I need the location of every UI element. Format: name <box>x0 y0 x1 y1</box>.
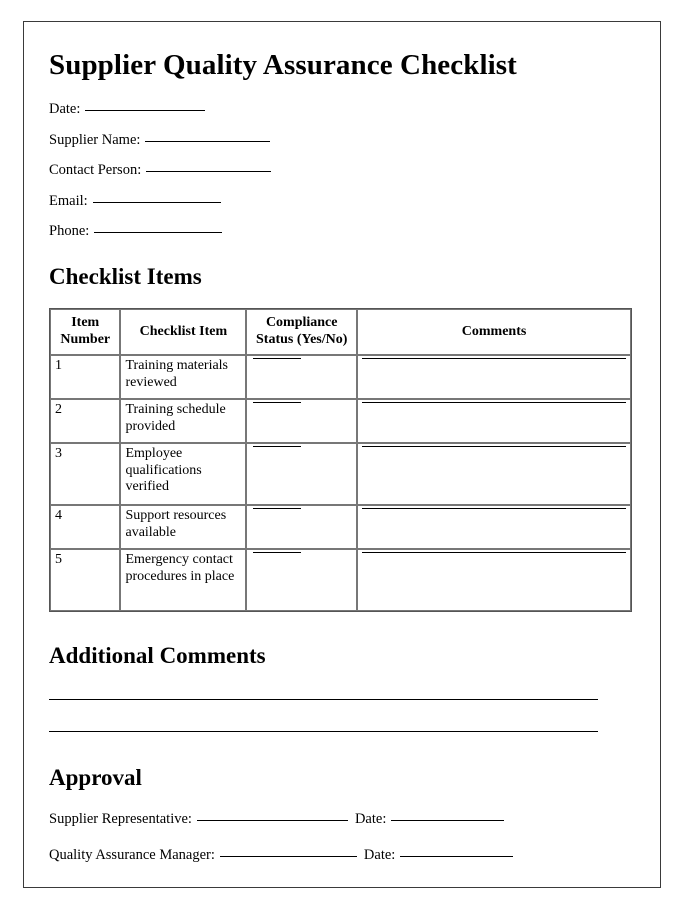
header-fields: Date: Supplier Name: Contact Person: Ema… <box>49 102 638 239</box>
comments-rule[interactable] <box>362 446 626 448</box>
field-row-supplier-name: Supplier Name: <box>49 133 638 148</box>
table-header-row: Item Number Checklist Item Compliance St… <box>50 309 631 356</box>
cell-checklist-item: Emergency contact procedures in place <box>120 549 247 612</box>
cell-compliance-status[interactable] <box>246 399 358 444</box>
compliance-status-rule[interactable] <box>253 552 302 554</box>
supplier-representative-label: Supplier Representative: <box>49 811 192 828</box>
column-header-compliance-line2: Status (Yes/No) <box>256 332 348 348</box>
checklist-table: Item Number Checklist Item Compliance St… <box>49 308 632 613</box>
checklist-heading: Checklist Items <box>49 263 202 289</box>
cell-comments[interactable] <box>357 505 631 550</box>
additional-comments-heading: Additional Comments <box>49 643 266 669</box>
cell-comments[interactable] <box>357 549 631 612</box>
column-header-checklist-item: Checklist Item <box>120 309 247 356</box>
cell-checklist-item: Training schedule provided <box>120 399 247 444</box>
approval-row-quality-assurance-manager: Quality Assurance Manager: Date: <box>49 846 638 863</box>
cell-item-number: 2 <box>50 399 121 444</box>
cell-comments[interactable] <box>357 443 631 506</box>
comments-rule[interactable] <box>362 402 626 404</box>
page-title: Supplier Quality Assurance Checklist <box>49 49 517 81</box>
contact-person-label: Contact Person: <box>49 162 142 179</box>
column-header-item-number-line2: Number <box>60 332 111 348</box>
cell-checklist-item: Support resources available <box>120 505 247 550</box>
cell-compliance-status[interactable] <box>246 505 358 550</box>
cell-compliance-status[interactable] <box>246 443 358 506</box>
date-input-rule[interactable] <box>85 110 206 112</box>
field-row-phone: Phone: <box>49 224 638 239</box>
cell-checklist-item: Training materials reviewed <box>120 355 247 400</box>
approval-section: Approval Supplier Representative: Date: Q… <box>49 764 638 863</box>
quality-assurance-manager-signature-rule[interactable] <box>219 855 357 857</box>
date-label: Date: <box>49 101 81 118</box>
supplier-representative-signature-rule[interactable] <box>196 820 348 822</box>
page-frame: Supplier Quality Assurance Checklist Dat… <box>23 21 661 888</box>
table-row: 2 Training schedule provided <box>50 399 631 444</box>
quality-assurance-manager-date-label: Date: <box>363 846 396 863</box>
comments-rule[interactable] <box>362 358 626 360</box>
quality-assurance-manager-label: Quality Assurance Manager: <box>49 846 215 863</box>
compliance-status-rule[interactable] <box>253 358 302 360</box>
compliance-status-rule[interactable] <box>253 402 302 404</box>
column-header-item-number: Item Number <box>50 309 121 356</box>
phone-input-rule[interactable] <box>94 232 223 234</box>
cell-item-number: 1 <box>50 355 121 400</box>
comments-rule[interactable] <box>362 552 626 554</box>
contact-person-input-rule[interactable] <box>146 171 272 173</box>
comments-rule[interactable] <box>362 508 626 510</box>
table-row: 4 Support resources available <box>50 505 631 550</box>
field-row-contact-person: Contact Person: <box>49 163 638 178</box>
quality-assurance-manager-date-rule[interactable] <box>400 855 514 857</box>
email-input-rule[interactable] <box>92 201 221 203</box>
supplier-representative-date-rule[interactable] <box>391 820 505 822</box>
compliance-status-rule[interactable] <box>253 508 302 510</box>
additional-comments-line-1[interactable] <box>49 698 598 700</box>
cell-comments[interactable] <box>357 355 631 400</box>
column-header-compliance-status: Compliance Status (Yes/No) <box>246 309 358 356</box>
checklist-section: Checklist Items Item Number Checklist It… <box>49 263 638 613</box>
cell-checklist-item: Employee qualifications verified <box>120 443 247 506</box>
cell-item-number: 3 <box>50 443 121 506</box>
page-content: Supplier Quality Assurance Checklist Dat… <box>49 42 638 877</box>
approval-row-supplier-representative: Supplier Representative: Date: <box>49 812 638 827</box>
phone-label: Phone: <box>49 223 90 240</box>
approval-heading: Approval <box>49 764 142 790</box>
column-header-comments: Comments <box>357 309 631 356</box>
email-label: Email: <box>49 192 88 209</box>
field-row-email: Email: <box>49 194 638 209</box>
cell-item-number: 5 <box>50 549 121 612</box>
additional-comments-line-2[interactable] <box>49 730 598 732</box>
supplier-name-input-rule[interactable] <box>145 140 271 142</box>
supplier-name-label: Supplier Name: <box>49 131 141 148</box>
table-row: 1 Training materials reviewed <box>50 355 631 400</box>
cell-compliance-status[interactable] <box>246 355 358 400</box>
cell-compliance-status[interactable] <box>246 549 358 612</box>
cell-comments[interactable] <box>357 399 631 444</box>
additional-comments-section: Additional Comments <box>49 642 638 732</box>
column-header-item-number-line1: Item <box>71 315 100 331</box>
supplier-representative-date-label: Date: <box>354 811 387 828</box>
table-row: 3 Employee qualifications verified <box>50 443 631 506</box>
field-row-date: Date: <box>49 102 638 117</box>
compliance-status-rule[interactable] <box>253 446 302 448</box>
table-row: 5 Emergency contact procedures in place <box>50 549 631 612</box>
column-header-compliance-line1: Compliance <box>265 315 338 331</box>
cell-item-number: 4 <box>50 505 121 550</box>
